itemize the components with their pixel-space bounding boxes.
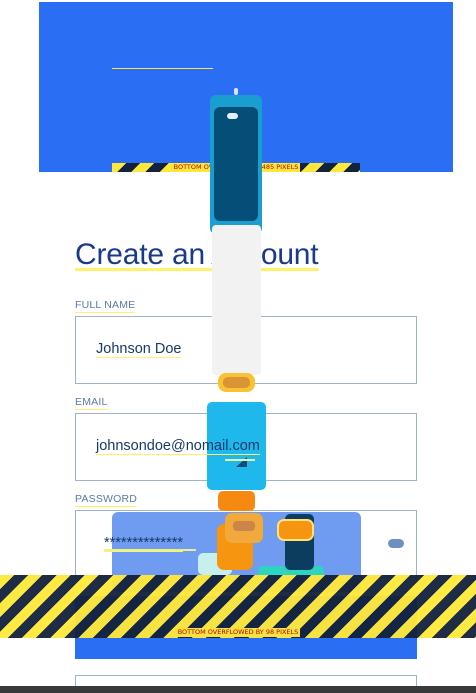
illustration-block xyxy=(218,491,255,511)
full-name-value: Johnson Doe xyxy=(96,341,182,358)
page-title: Create an Account xyxy=(75,238,319,271)
password-label: PASSWORD xyxy=(75,493,138,507)
phone-antenna xyxy=(234,88,238,95)
email-value: johnsondoe@nomail.com xyxy=(96,438,260,455)
illustration-column xyxy=(212,225,261,375)
full-name-label: FULL NAME xyxy=(75,299,136,313)
overflow-warning-text: BOTTOM OVERFLOWED BY 98 PIXELS xyxy=(175,628,301,637)
illustration-coin xyxy=(218,373,255,392)
phone-speaker xyxy=(227,113,238,119)
email-label: EMAIL xyxy=(75,396,108,410)
system-navigation-bar xyxy=(0,686,476,693)
illustration-coin-top xyxy=(225,513,263,543)
password-visibility-toggle-icon[interactable] xyxy=(388,539,404,548)
phone-screen xyxy=(214,107,258,221)
banner-underline xyxy=(112,68,213,69)
password-underline xyxy=(104,549,196,551)
overflow-warning-strip-bottom: BOTTOM OVERFLOWED BY 98 PIXELS xyxy=(0,575,476,638)
illustration-device-bar xyxy=(225,459,255,461)
illustration-coin-outline xyxy=(277,519,314,541)
